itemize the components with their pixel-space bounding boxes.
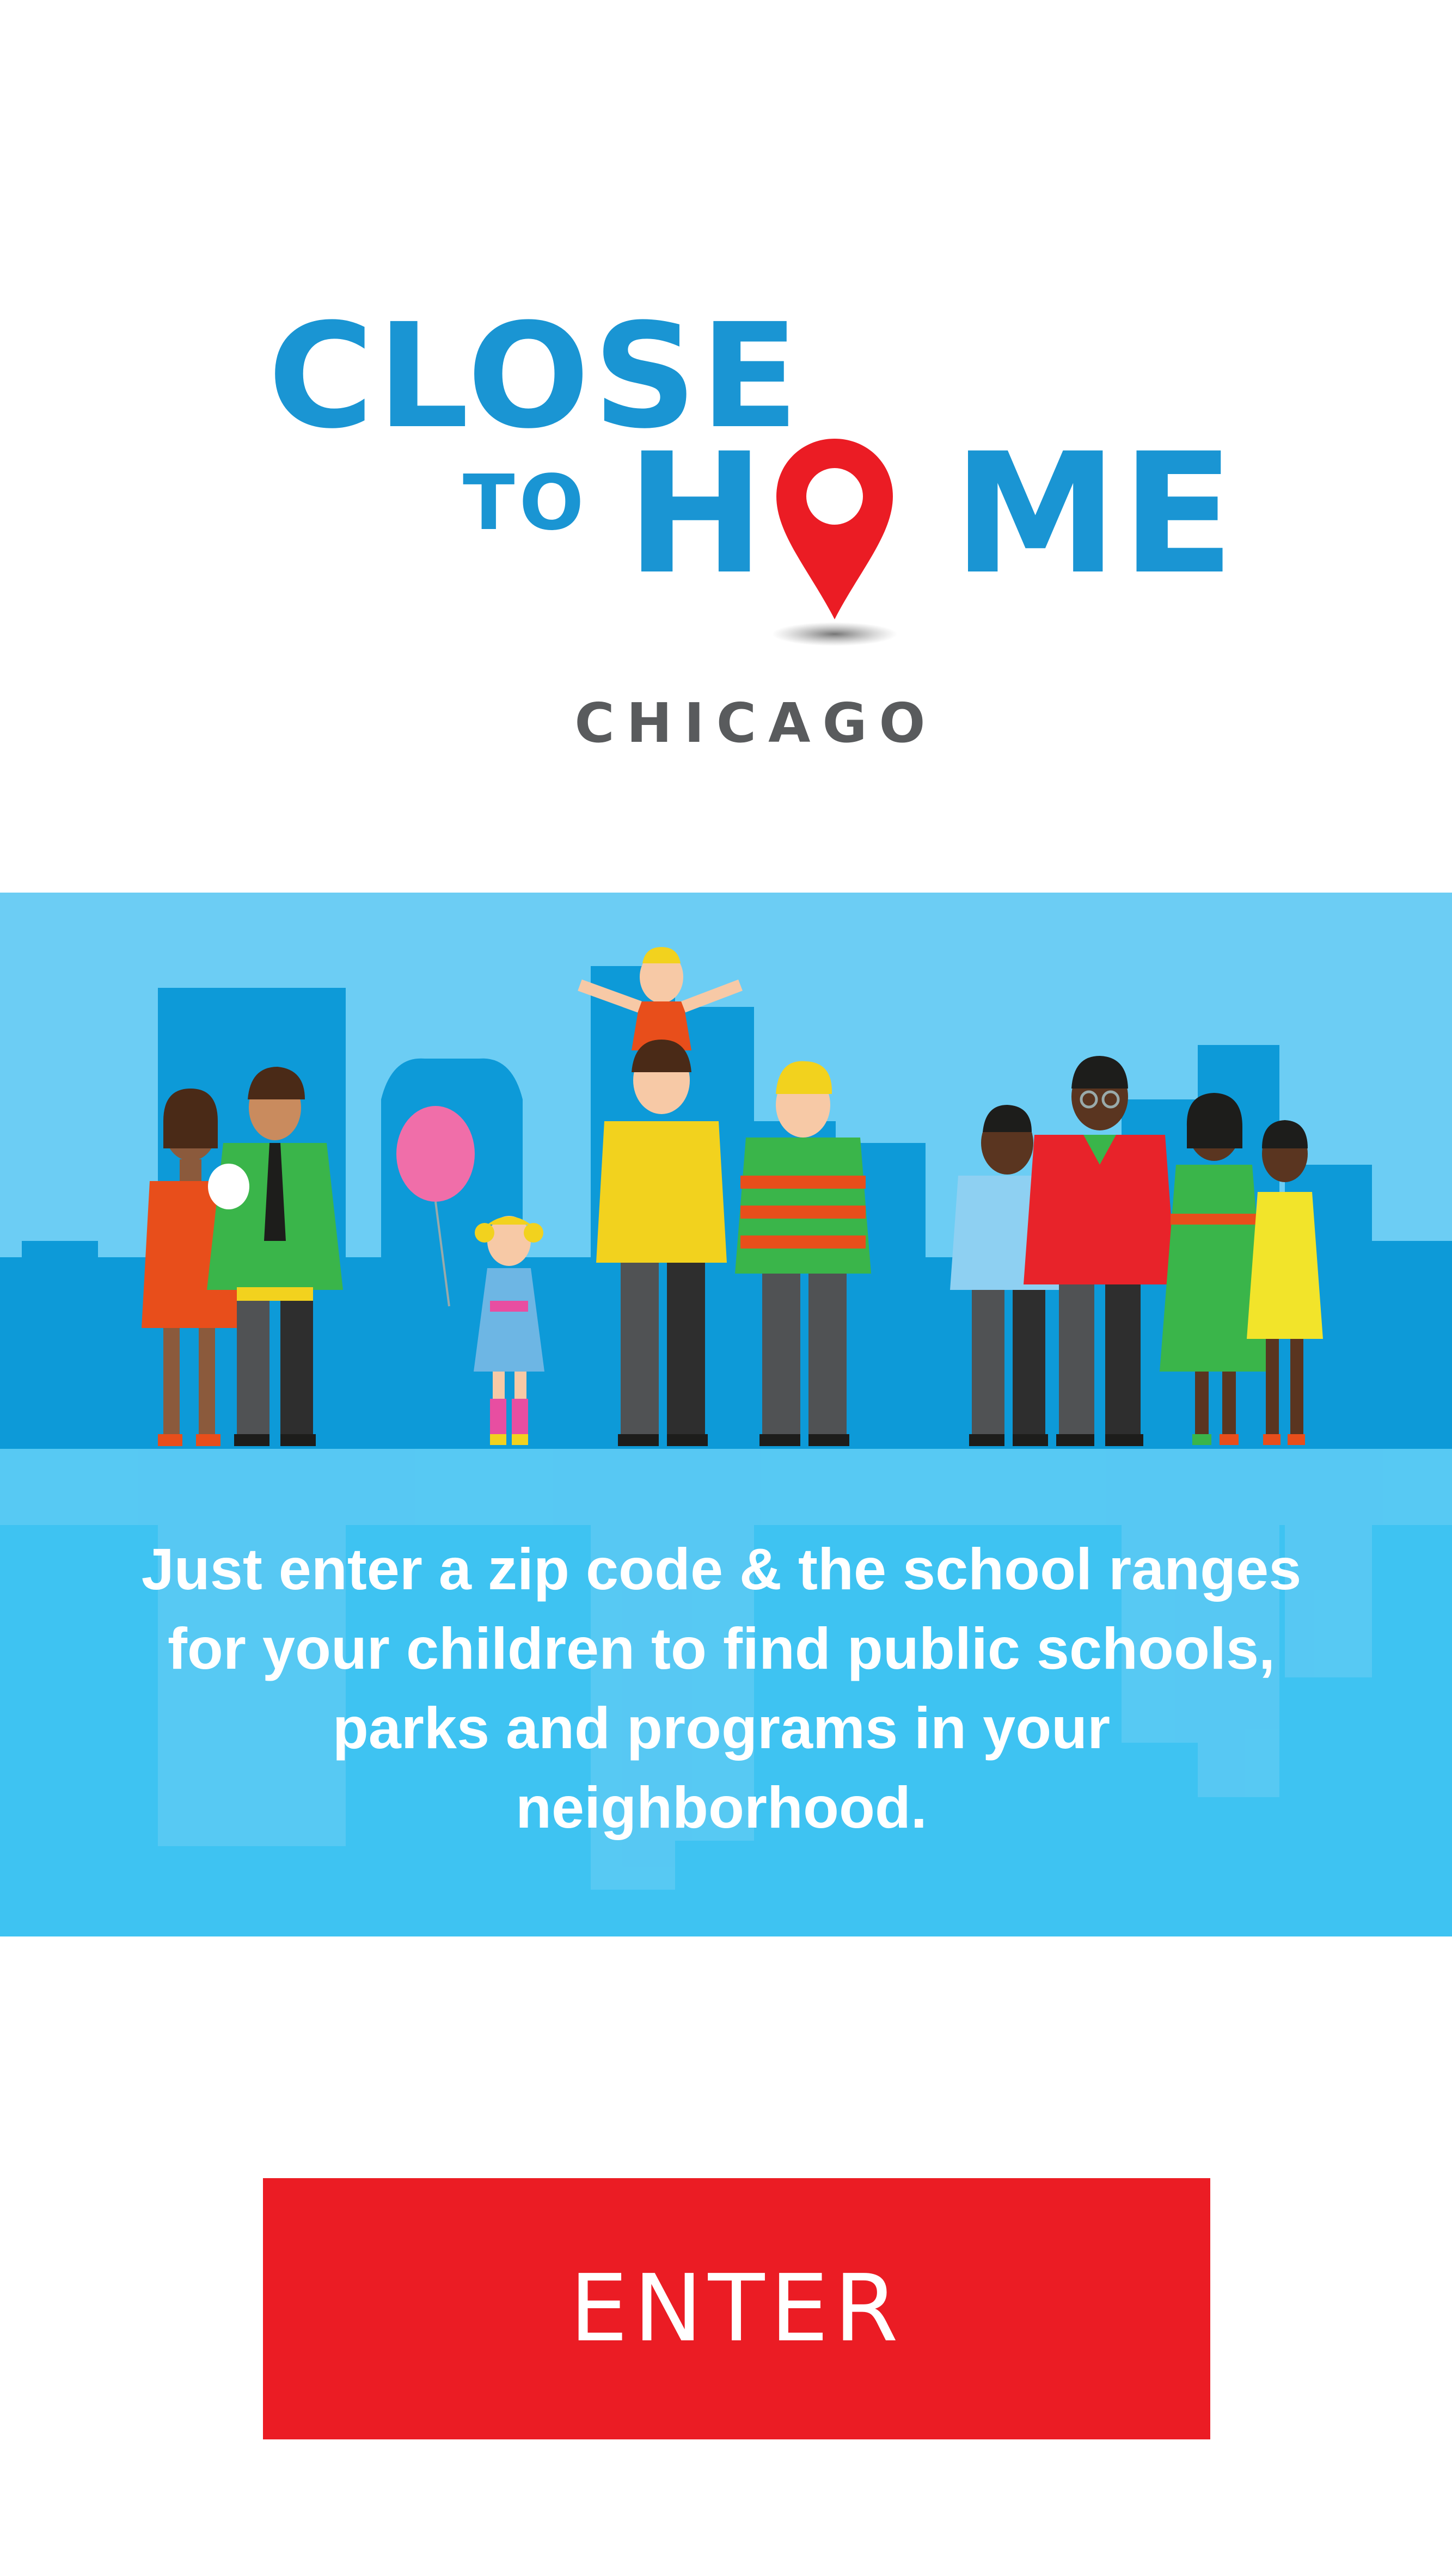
logo-letters-me: ME xyxy=(953,417,1238,611)
logo-city-name: CHICAGO xyxy=(574,691,938,755)
logo-word-home: H ME xyxy=(626,417,1235,611)
splash-screen: CLOSE TO H ME CHICAGO Just enter a zip c… xyxy=(0,0,1452,2576)
logo-word-to: TO xyxy=(463,459,589,548)
hero-description: Just enter a zip code & the school range… xyxy=(141,1536,1302,1840)
enter-button[interactable]: ENTER xyxy=(263,2178,1210,2439)
app-logo: CLOSE TO H ME CHICAGO xyxy=(0,0,1452,816)
map-pin-icon xyxy=(772,439,897,646)
logo-letter-h: H xyxy=(626,417,765,611)
hero-banner: Just enter a zip code & the school range… xyxy=(0,893,1452,1936)
